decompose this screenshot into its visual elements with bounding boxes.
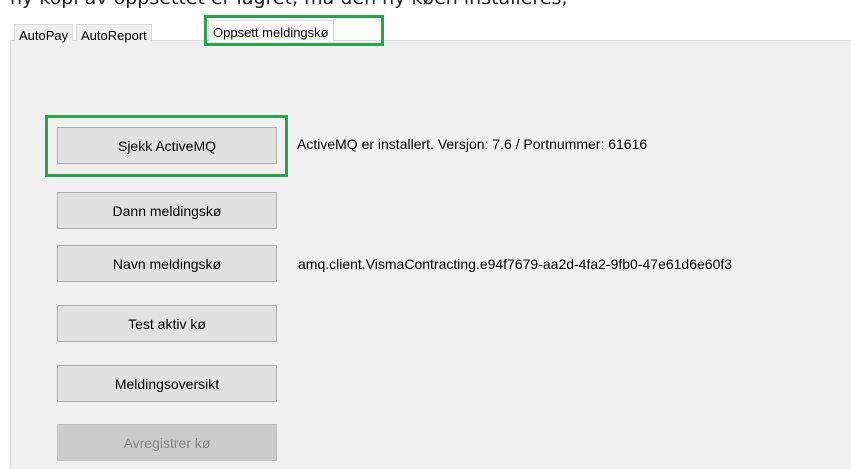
test-active-queue-button[interactable]: Test aktiv kø bbox=[57, 305, 277, 342]
clipped-top-text: ny kopi av oppsettet er lagret, må den n… bbox=[0, 0, 851, 12]
tab-autoreport[interactable]: AutoReport bbox=[76, 24, 152, 43]
create-queue-button[interactable]: Dann meldingskø bbox=[57, 192, 277, 229]
tab-oppsett-meldingsko[interactable]: Oppsett meldingskø bbox=[208, 20, 334, 41]
tab-autoreport-label: AutoReport bbox=[81, 28, 147, 43]
check-activemq-button[interactable]: Sjekk ActiveMQ bbox=[57, 127, 277, 164]
tab-oppsett-meldingsko-label: Oppsett meldingskø bbox=[213, 25, 329, 40]
queue-name-value: amq.client.VismaContracting.e94f7679-aa2… bbox=[298, 256, 733, 272]
clipped-top-text-label: ny kopi av oppsettet er lagret, må den n… bbox=[10, 0, 567, 9]
tab-autopay[interactable]: AutoPay bbox=[14, 24, 74, 43]
message-overview-button[interactable]: Meldingsoversikt bbox=[57, 365, 277, 402]
activemq-status-text: ActiveMQ er installert. Versjon: 7.6 / P… bbox=[297, 136, 648, 152]
tab-autopay-label: AutoPay bbox=[19, 28, 69, 43]
queue-name-button[interactable]: Navn meldingskø bbox=[57, 245, 277, 282]
unregister-queue-button[interactable]: Avregistrer kø bbox=[57, 424, 277, 461]
